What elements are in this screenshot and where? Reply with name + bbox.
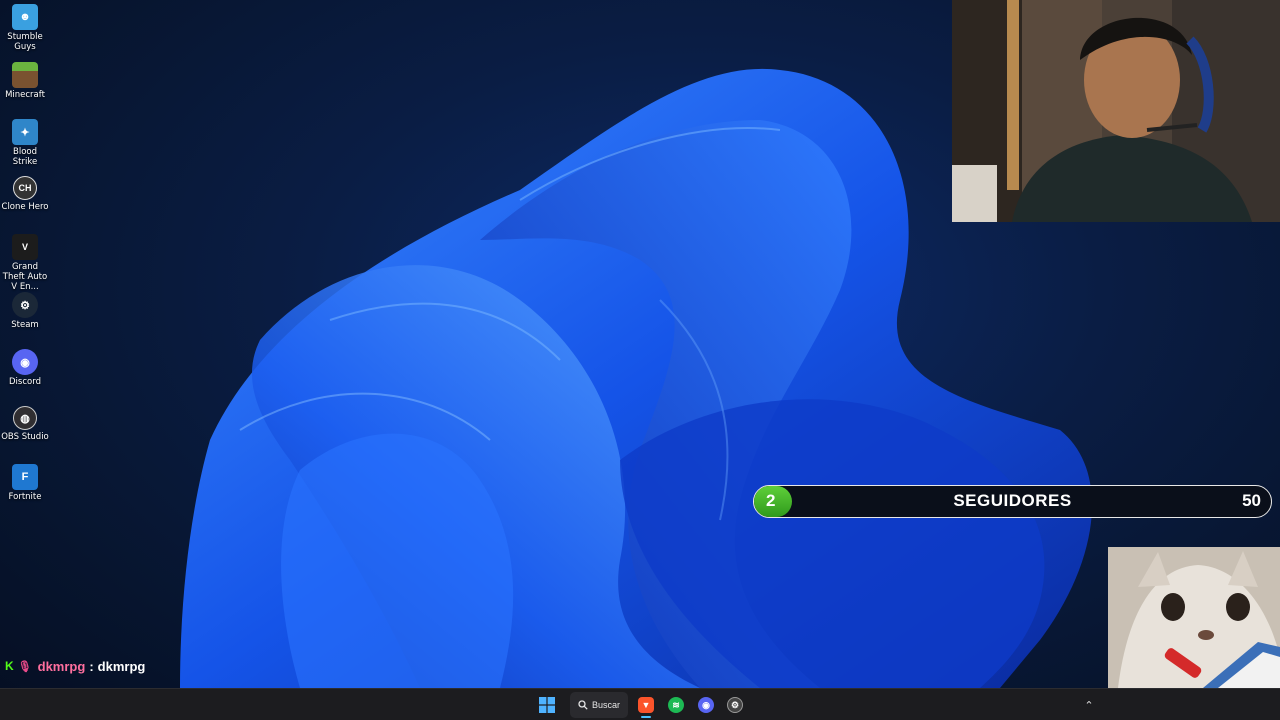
brave-browser-icon: ▼: [638, 697, 654, 713]
desktop-icon-stumble-guys[interactable]: ☻ Stumble Guys: [0, 4, 50, 52]
goal-target-count: 50: [1242, 491, 1261, 510]
discord-icon: ◉: [12, 349, 38, 375]
search-label: Buscar: [591, 700, 620, 710]
microphone-icon: 🎙: [17, 660, 32, 673]
windows-logo-icon: [539, 697, 555, 713]
desktop-icon-label: Blood Strike: [12, 147, 38, 167]
stumble-guys-icon: ☻: [12, 4, 38, 30]
chat-username: dkmrpg: [37, 658, 86, 674]
settings-icon: ⚙: [727, 697, 743, 713]
desktop-icon-label: OBS Studio: [1, 432, 49, 442]
show-hidden-icons-chevron-icon[interactable]: ⌃: [1080, 692, 1098, 718]
desktop-icon-clone-hero[interactable]: CH Clone Hero: [0, 176, 50, 212]
taskbar-app-settings[interactable]: ⚙: [723, 692, 747, 718]
cat-image: [1108, 547, 1280, 688]
desktop-icon-minecraft[interactable]: Minecraft: [0, 62, 50, 100]
taskbar-app-discord[interactable]: ◉: [694, 692, 718, 718]
start-button[interactable]: [534, 692, 560, 718]
desktop-icon-label: Steam: [11, 320, 39, 330]
chat-message-text: dkmrpg: [97, 658, 146, 674]
webcam-overlay: [952, 0, 1280, 222]
taskbar: Buscar ▼ ≋ ◉ ⚙ ⌃: [0, 688, 1280, 720]
desktop-icon-fortnite[interactable]: F Fortnite: [0, 464, 50, 502]
gta-v-icon: V: [12, 234, 38, 260]
taskbar-app-brave[interactable]: ▼: [634, 692, 658, 718]
desktop-icon-label: Fortnite: [8, 492, 42, 502]
desktop-icon-blood-strike[interactable]: ✦ Blood Strike: [0, 119, 50, 167]
obs-studio-icon: ◍: [13, 406, 37, 430]
desktop-icon-label: Minecraft: [5, 90, 45, 100]
taskbar-search-button[interactable]: Buscar: [570, 692, 628, 718]
minecraft-icon: [12, 62, 38, 88]
cat-gif-overlay: [1108, 547, 1280, 688]
webcam-feed: [952, 0, 1280, 222]
steam-icon: ⚙: [12, 292, 38, 318]
clone-hero-icon: CH: [13, 176, 37, 200]
desktop-icon-label: Stumble Guys: [7, 32, 43, 52]
chat-message-line: K 🎙 dkmrpg : dkmrpg: [5, 657, 145, 675]
desktop-icon-label: Discord: [9, 377, 41, 387]
active-app-indicator: [641, 716, 651, 718]
search-icon: [578, 700, 588, 710]
blood-strike-icon: ✦: [12, 119, 38, 145]
taskbar-app-spotify[interactable]: ≋: [664, 692, 688, 718]
desktop-icon-label: Grand Theft Auto V En...: [2, 262, 48, 292]
desktop-icon-gta-v[interactable]: V Grand Theft Auto V En...: [0, 234, 50, 292]
discord-icon: ◉: [698, 697, 714, 713]
fortnite-icon: F: [12, 464, 38, 490]
desktop-icon-label: Clone Hero: [1, 202, 49, 212]
goal-label: SEGUIDORES: [953, 491, 1072, 510]
desktop-icon-obs-studio[interactable]: ◍ OBS Studio: [0, 406, 50, 442]
desktop-icon-steam[interactable]: ⚙ Steam: [0, 292, 50, 330]
follower-goal-bar: 2 SEGUIDORES 50: [753, 485, 1272, 518]
kick-logo-icon: K: [5, 659, 14, 673]
desktop-icon-discord[interactable]: ◉ Discord: [0, 349, 50, 387]
spotify-icon: ≋: [668, 697, 684, 713]
chat-separator: :: [89, 658, 94, 674]
